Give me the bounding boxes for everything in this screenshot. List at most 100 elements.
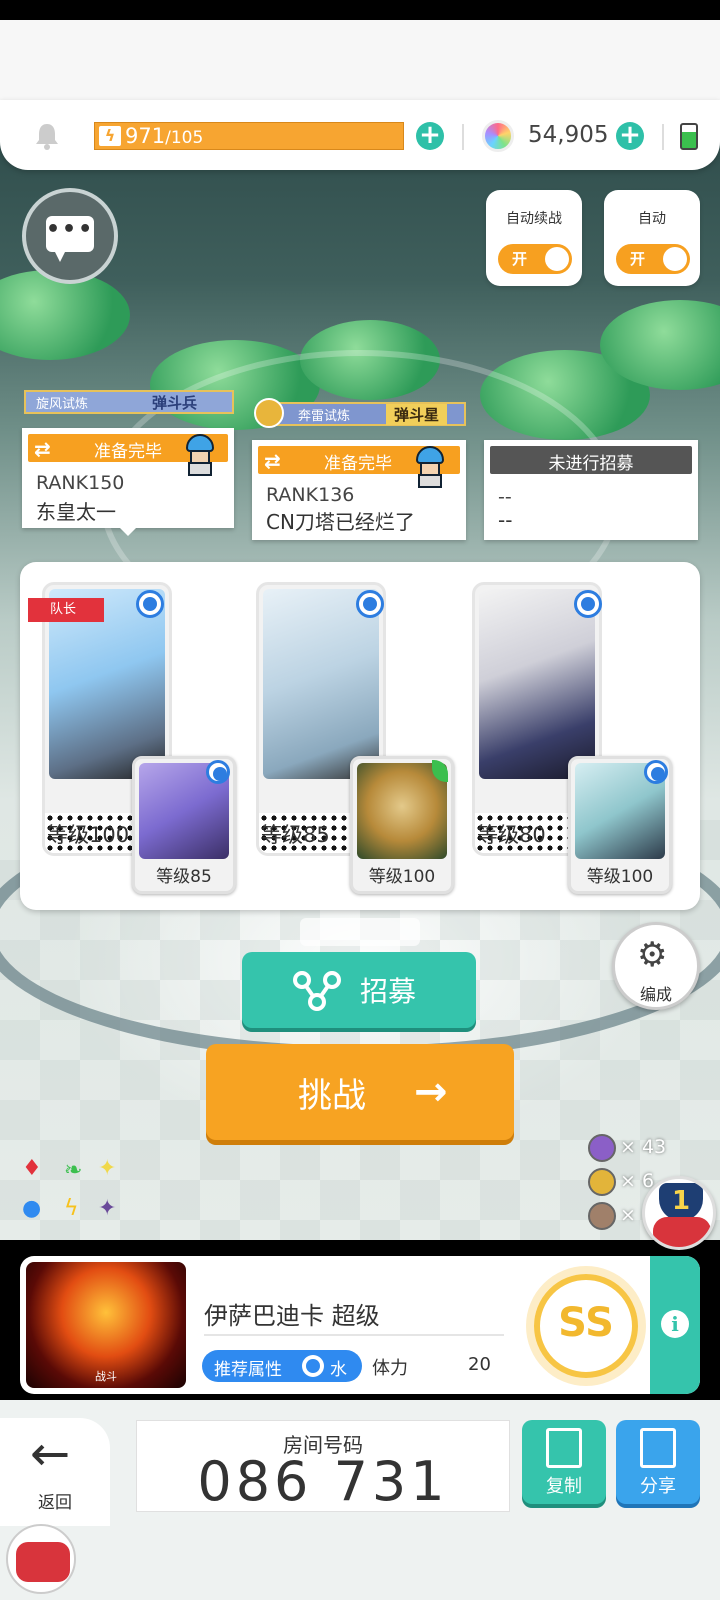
challenge-label: 挑战 <box>298 1076 366 1116</box>
add-gems-button[interactable]: + <box>616 122 644 150</box>
divider <box>662 124 664 150</box>
status-not-recruited: 未进行招募 <box>490 446 692 474</box>
auto-label: 自动 <box>638 211 666 227</box>
chat-icon: ••• <box>46 216 94 262</box>
mascot-icon <box>16 1542 70 1582</box>
arrow-right-icon: → <box>414 1069 448 1115</box>
dark-element-icon: ✦ <box>98 1196 117 1221</box>
player-name: -- <box>498 508 513 532</box>
notification-button[interactable]: 1 <box>642 1176 716 1250</box>
support-level: 等级100 <box>368 867 436 887</box>
room-code-box: 房间号码 086 731 <box>136 1420 510 1512</box>
gem-count: 54,905 <box>528 122 609 148</box>
water-element-icon <box>302 1355 324 1377</box>
character-level: 等级100 <box>47 823 130 847</box>
info-icon: i <box>661 1310 689 1338</box>
auto-toggle[interactable]: 开 <box>616 244 690 274</box>
light-element-icon: ✦ <box>98 1156 117 1181</box>
divider <box>204 1334 504 1336</box>
character-level: 等级85 <box>261 823 330 847</box>
share-button[interactable]: 分享 <box>616 1420 700 1504</box>
thunder-element-icon: ϟ <box>64 1196 79 1221</box>
divider <box>462 124 464 150</box>
challenge-button[interactable]: 挑战 → <box>206 1044 514 1140</box>
medal-count: × 6 <box>620 1170 655 1192</box>
bell-icon[interactable] <box>34 122 60 150</box>
battery-icon <box>680 123 698 150</box>
trial-banner: 奔雷试炼 弹斗星 <box>272 402 466 426</box>
mascot-icon <box>653 1217 711 1247</box>
edit-team-button[interactable]: ⚙ 编成 <box>612 922 700 1010</box>
player-sprite <box>182 434 218 478</box>
sync-icon: ⇄ <box>264 449 281 473</box>
share-label: 分享 <box>640 1476 676 1497</box>
empty-player-slot[interactable]: 未进行招募 -- -- <box>484 440 698 540</box>
recruit-button[interactable]: 招募 <box>242 952 476 1028</box>
character-portrait <box>263 589 379 779</box>
purple-medal-icon <box>588 1134 616 1162</box>
edit-label: 编成 <box>639 985 672 1004</box>
lightning-icon: ϟ <box>99 126 121 146</box>
wood-element-icon: ❧ <box>64 1158 83 1183</box>
select-indicator[interactable] <box>136 590 164 618</box>
gear-icon: ⚙ <box>637 935 668 975</box>
gem-icon <box>482 120 514 152</box>
player-name: 东皇太一 <box>36 500 116 524</box>
boss-card[interactable]: 战斗 伊萨巴迪卡 超级 推荐属性 水 体力 20 SS i <box>20 1256 700 1394</box>
mini-tab-strip <box>300 918 420 946</box>
select-indicator[interactable] <box>644 760 668 784</box>
leader-badge: 队长 <box>28 598 104 622</box>
water-element-icon: ● <box>22 1196 42 1221</box>
copy-button[interactable]: 复制 <box>522 1420 606 1504</box>
toggle-knob <box>663 247 687 271</box>
stamina-label: 体力 <box>372 1358 408 1379</box>
chat-button[interactable]: ••• <box>22 188 118 284</box>
player-rank: RANK150 <box>36 472 125 494</box>
player-card[interactable]: ⇄ 准备完毕 RANK150 东皇太一 <box>22 428 234 528</box>
share-nodes-icon <box>293 971 341 1011</box>
support-portrait <box>357 763 447 859</box>
info-button[interactable]: i <box>650 1256 700 1394</box>
back-label: 返回 <box>38 1493 72 1513</box>
energy-value: 971/105 <box>125 124 204 148</box>
player-rank: -- <box>498 486 512 508</box>
character-level: 等级80 <box>477 823 546 847</box>
trial-emblem-icon <box>254 398 284 428</box>
medal-count: × 43 <box>620 1136 667 1158</box>
toggle-knob <box>545 247 569 271</box>
status-bar <box>0 0 720 20</box>
notification-count: 1 <box>659 1183 703 1221</box>
room-code: 086 731 <box>197 1450 449 1513</box>
support-level: 等级100 <box>586 867 654 887</box>
recommended-attribute: 推荐属性 水 <box>202 1350 362 1382</box>
player-card[interactable]: ⇄ 准备完毕 RANK136 CN刀塔已经烂了 <box>252 440 466 540</box>
select-indicator[interactable] <box>356 590 384 618</box>
back-button[interactable]: ← 返回 <box>0 1418 110 1526</box>
stamina-value: 20 <box>468 1354 491 1375</box>
add-energy-button[interactable]: + <box>416 122 444 150</box>
auto-continue-toggle[interactable]: 开 <box>498 244 572 274</box>
avatar[interactable] <box>6 1524 76 1594</box>
trial-banner: 旋风试炼 弹斗兵 <box>24 390 234 414</box>
energy-bar: ϟ 971/105 <box>94 122 404 150</box>
auto-card: 自动 开 <box>604 190 700 286</box>
copy-label: 复制 <box>546 1476 582 1497</box>
selected-pointer <box>118 526 138 536</box>
boss-thumbnail: 战斗 <box>26 1262 186 1388</box>
select-indicator[interactable] <box>574 590 602 618</box>
auto-continue-label: 自动续战 <box>506 211 562 227</box>
recruit-label: 招募 <box>360 975 417 1008</box>
support-level: 等级85 <box>156 867 212 887</box>
fire-element-icon: ♦ <box>22 1156 42 1181</box>
medal-count: × <box>620 1204 636 1226</box>
gold-medal-icon <box>588 1168 616 1196</box>
select-indicator[interactable] <box>206 760 230 784</box>
boss-name: 伊萨巴迪卡 超级 <box>204 1302 380 1330</box>
player-name: CN刀塔已经烂了 <box>266 510 415 534</box>
share-icon <box>640 1428 676 1468</box>
player-sprite <box>412 446 448 490</box>
sync-icon: ⇄ <box>34 437 51 461</box>
arrow-left-icon: ← <box>30 1426 71 1482</box>
character-portrait <box>479 589 595 779</box>
player-rank: RANK136 <box>266 484 355 506</box>
